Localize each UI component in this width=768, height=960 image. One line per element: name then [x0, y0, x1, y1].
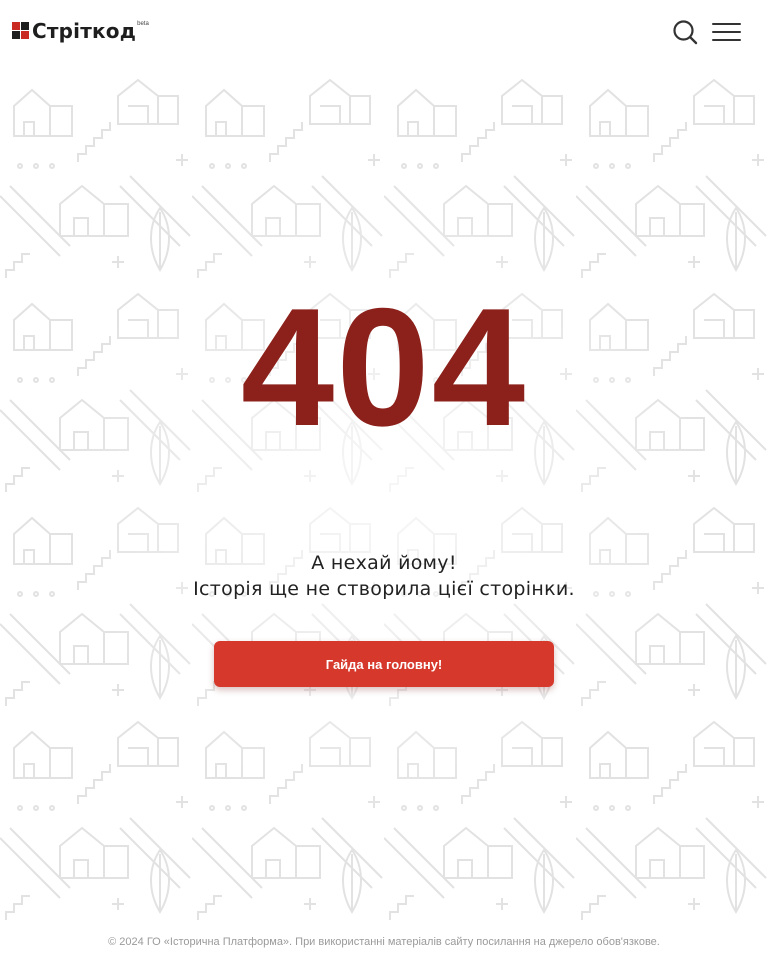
error-code: 404: [240, 273, 528, 461]
site-footer: © 2024 ГО «Історична Платформа». При вик…: [0, 922, 768, 960]
error-message-line-1: А нехай йому!: [311, 552, 457, 574]
error-message: А нехай йому! Історія ще не створила ціє…: [0, 550, 768, 602]
footer-copyright: © 2024 ГО «Історична Платформа». При вик…: [108, 936, 660, 948]
page: Стріткод beta 404 А нехай йому! Історія …: [0, 0, 768, 960]
not-found-content: 404 А нехай йому! Історія ще не створила…: [0, 0, 768, 960]
go-home-button[interactable]: Гайда на головну!: [214, 641, 554, 687]
error-message-line-2: Історія ще не створила цієї сторінки.: [193, 578, 575, 600]
